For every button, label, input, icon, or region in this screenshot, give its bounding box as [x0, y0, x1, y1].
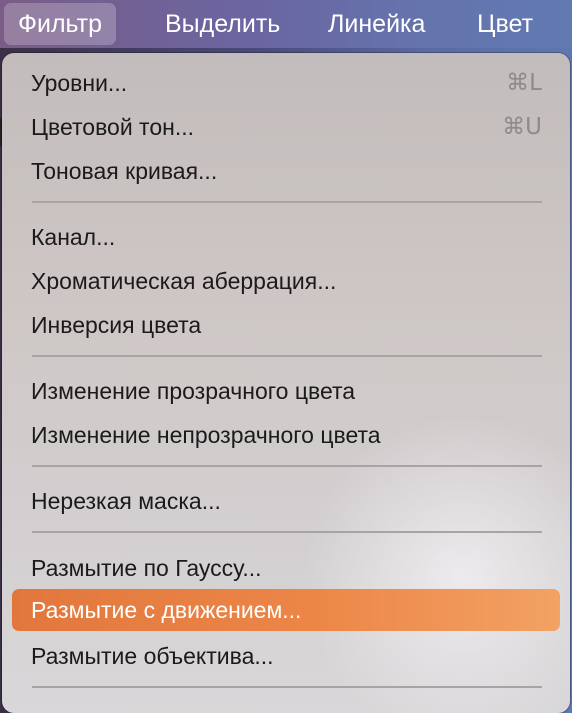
menu-item-label: Цветовой тон...: [31, 114, 194, 140]
menu-item-label: Нерезкая маска...: [31, 488, 221, 514]
menu-item-chromatic-aberration[interactable]: Хроматическая аберрация...: [12, 261, 560, 301]
menu-item-levels[interactable]: Уровни... ⌘L: [12, 63, 560, 103]
menu-item-motion-blur[interactable]: Размытие с движением...: [12, 589, 560, 631]
menu-separator: [32, 355, 542, 357]
menu-item-gaussian-blur[interactable]: Размытие по Гауссу...: [12, 548, 560, 588]
menu-item-label: Тоновая кривая...: [31, 158, 218, 184]
menu-item-label: Инверсия цвета: [31, 312, 202, 338]
menu-item-label: Уровни...: [31, 70, 128, 96]
menu-item-label: Изменение прозрачного цвета: [31, 378, 356, 404]
menubar-item-filter[interactable]: Фильтр: [4, 3, 116, 45]
shortcut-label: ⌘L: [506, 70, 542, 96]
menubar-item-select[interactable]: Выделить: [151, 3, 294, 45]
menu-item-hue[interactable]: Цветовой тон... ⌘U: [12, 107, 560, 147]
menu-item-label: Размытие объектива...: [31, 643, 274, 669]
menu-item-change-transparent-color[interactable]: Изменение прозрачного цвета: [12, 371, 560, 411]
menu-item-change-opaque-color[interactable]: Изменение непрозрачного цвета: [12, 415, 560, 455]
menu-item-label: Размытие по Гауссу...: [31, 555, 262, 581]
menu-item-lens-blur[interactable]: Размытие объектива...: [12, 636, 560, 676]
menu-item-unsharp-mask[interactable]: Нерезкая маска...: [12, 481, 560, 521]
menu-item-label: Канал...: [31, 224, 116, 250]
menu-item-channel[interactable]: Канал...: [12, 217, 560, 257]
menu-separator: [32, 465, 542, 467]
menu-item-label: Хроматическая аберрация...: [31, 268, 337, 294]
menu-separator: [32, 686, 542, 688]
menu-item-label: Размытие с движением...: [31, 597, 302, 623]
menu-item-label: Изменение непрозрачного цвета: [31, 422, 381, 448]
menu-item-invert-color[interactable]: Инверсия цвета: [12, 305, 560, 345]
menu-separator: [32, 531, 542, 533]
menubar-item-color[interactable]: Цвет: [463, 3, 547, 45]
menu-bar: Фильтр Выделить Линейка Цвет: [0, 0, 572, 48]
menubar-item-ruler[interactable]: Линейка: [314, 3, 439, 45]
shortcut-label: ⌘U: [502, 114, 542, 140]
filter-dropdown-menu: Уровни... ⌘L Цветовой тон... ⌘U Тоновая …: [2, 53, 570, 713]
menu-separator: [32, 201, 542, 203]
menu-item-tone-curve[interactable]: Тоновая кривая...: [12, 151, 560, 191]
